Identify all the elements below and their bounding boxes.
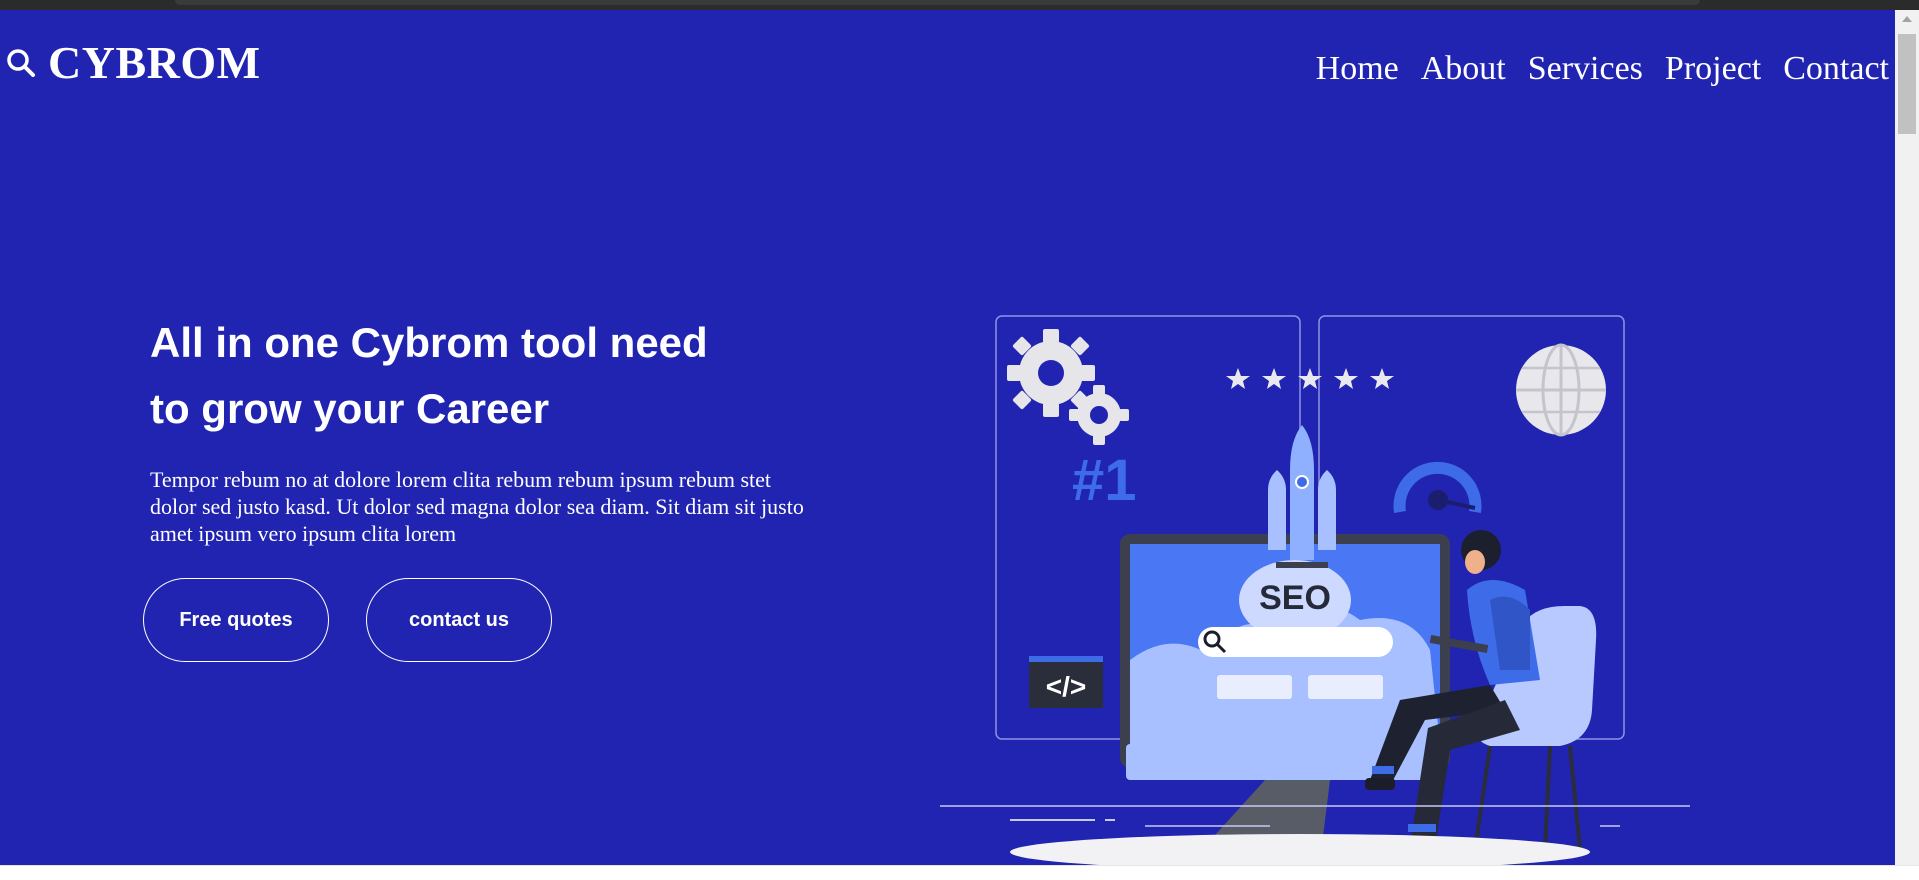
headline-line-1: All in one Cybrom tool need xyxy=(150,319,708,366)
search-icon[interactable] xyxy=(4,46,38,80)
brand-logo[interactable]: CYBROM xyxy=(48,36,261,89)
brand: CYBROM xyxy=(4,36,261,89)
browser-tab-strip xyxy=(175,0,1700,5)
monitor-icon: SEO xyxy=(1120,534,1450,848)
rocket-icon xyxy=(1268,425,1336,568)
browser-top-bar xyxy=(0,0,1919,10)
free-quotes-button[interactable]: Free quotes xyxy=(143,578,329,662)
hero-section: CYBROM Home About Services Project Conta… xyxy=(0,10,1895,865)
nav-home[interactable]: Home xyxy=(1316,50,1399,88)
vertical-scrollbar[interactable] xyxy=(1895,10,1919,865)
nav-about[interactable]: About xyxy=(1421,50,1506,88)
hero-description: Tempor rebum no at dolore lorem clita re… xyxy=(150,467,804,546)
contact-us-button[interactable]: contact us xyxy=(366,578,552,662)
nav-contact[interactable]: Contact xyxy=(1783,50,1889,88)
rating-stars xyxy=(1226,368,1394,389)
gauge-icon xyxy=(1393,461,1482,513)
code-tag-label: </> xyxy=(1046,671,1086,702)
hero-headline: All in one Cybrom tool need to grow your… xyxy=(150,310,830,442)
seo-illustration: #1 </> SEO xyxy=(930,300,1700,865)
nav-project[interactable]: Project xyxy=(1665,50,1761,88)
seo-label: SEO xyxy=(1259,579,1331,617)
globe-icon xyxy=(1516,343,1606,437)
scroll-up-arrow-icon[interactable] xyxy=(1902,16,1912,22)
scrollbar-thumb[interactable] xyxy=(1898,34,1916,134)
code-icon: </> xyxy=(1029,656,1103,708)
main-nav: Home About Services Project Contact xyxy=(1316,50,1889,88)
page-bottom-edge xyxy=(0,865,1919,880)
nav-services[interactable]: Services xyxy=(1528,50,1643,88)
floor-shadow xyxy=(1010,834,1590,865)
rank-number-one: #1 xyxy=(1072,448,1137,513)
headline-line-2: to grow your Career xyxy=(150,385,550,432)
